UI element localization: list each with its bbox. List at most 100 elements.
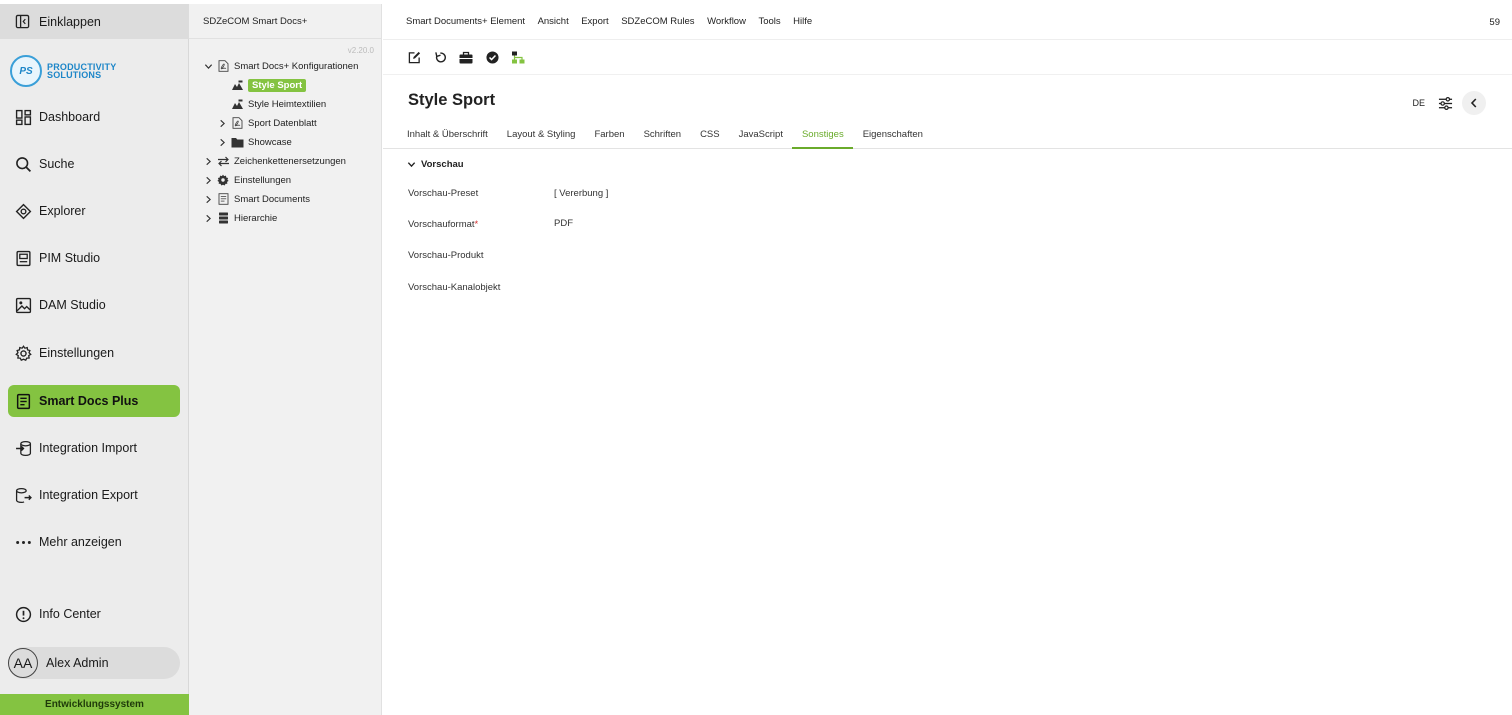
gear-icon [216, 174, 230, 186]
chevron-right-icon[interactable] [202, 176, 214, 185]
nav-einstellungen[interactable]: Einstellungen [8, 337, 180, 369]
stack-icon [216, 212, 230, 224]
nav-explorer[interactable]: Explorer [8, 195, 180, 227]
tab-javascript[interactable]: JavaScript [729, 125, 792, 149]
chevron-down-icon [407, 162, 416, 168]
format-value[interactable]: PDF [554, 218, 573, 229]
product-value[interactable] [554, 248, 854, 264]
tree-node-label: Style Sport [248, 78, 307, 92]
tree-node-hierarchie[interactable]: Hierarchie [202, 209, 277, 227]
pdf-icon [216, 60, 230, 72]
tree-node-zeichenkettenersetzungen[interactable]: Zeichenkettenersetzungen [202, 152, 346, 170]
doc-icon [216, 193, 230, 205]
tree-node-label: Sport Datenblatt [248, 117, 317, 129]
folder-icon [230, 137, 244, 148]
main-content: Smart Documents+ Element Ansicht Export … [383, 4, 1512, 715]
element-count: 59 [1489, 17, 1500, 28]
menu-hilfe[interactable]: Hilfe [793, 16, 812, 27]
channel-object-value[interactable] [554, 280, 854, 296]
collapse-panel-button[interactable] [1462, 91, 1486, 115]
pim-icon [16, 250, 31, 266]
tree-node-label: Style Heimtextilien [248, 98, 327, 110]
tree-node-showcase[interactable]: Showcase [216, 133, 292, 151]
nav-integration-import[interactable]: Integration Import [8, 432, 180, 464]
tree-node-style-sport[interactable]: Style Sport [230, 76, 307, 94]
nav-explorer-label: Explorer [39, 204, 86, 218]
import-icon [16, 440, 32, 456]
tab-bar: Inhalt & Überschrift Layout & Styling Fa… [383, 125, 1512, 149]
workflow-icon[interactable] [511, 50, 525, 64]
collapse-button[interactable]: Einklappen [0, 4, 189, 39]
field-label-preset: Vorschau-Preset [408, 188, 479, 199]
style-icon [230, 99, 244, 110]
menu-smart-documents-element[interactable]: Smart Documents+ Element [406, 16, 525, 27]
format-label-text: Vorschauformat [408, 219, 475, 230]
nav-dashboard[interactable]: Dashboard [8, 101, 180, 133]
user-menu[interactable]: AA Alex Admin [8, 647, 180, 679]
tab-layout-styling[interactable]: Layout & Styling [497, 125, 585, 149]
nav-info-center[interactable]: Info Center [8, 598, 180, 630]
nav-integration-import-label: Integration Import [39, 441, 137, 455]
field-label-kanalobjekt: Vorschau-Kanalobjekt [408, 282, 501, 293]
menu-tools[interactable]: Tools [758, 16, 780, 27]
style-icon [230, 80, 244, 91]
tree-node-label: Smart Documents [234, 193, 311, 205]
explorer-icon [15, 203, 32, 219]
reload-icon[interactable] [433, 50, 447, 64]
header-actions: DE [1412, 91, 1486, 115]
chevron-right-icon[interactable] [216, 119, 228, 128]
nav-pim-studio[interactable]: PIM Studio [8, 242, 180, 274]
tab-eigenschaften[interactable]: Eigenschaften [853, 125, 932, 149]
language-selector[interactable]: DE [1412, 98, 1425, 108]
tree-node-sport-datenblatt[interactable]: Sport Datenblatt [216, 114, 317, 132]
company-logo: PS PRODUCTIVITY SOLUTIONS [10, 55, 116, 87]
menu-workflow[interactable]: Workflow [707, 16, 746, 27]
edit-icon[interactable] [407, 50, 421, 64]
check-circle-icon[interactable] [485, 50, 499, 64]
menu-export[interactable]: Export [581, 16, 608, 27]
dashboard-icon [15, 109, 32, 125]
avatar: AA [8, 648, 38, 678]
nav-suche[interactable]: Suche [8, 148, 180, 180]
toolbox-icon[interactable] [459, 50, 473, 64]
tab-farben[interactable]: Farben [585, 125, 634, 149]
chevron-right-icon[interactable] [202, 195, 214, 204]
tree-panel-title: SDZeCOM Smart Docs+ [189, 4, 381, 39]
nav-smart-docs-plus[interactable]: Smart Docs Plus [8, 385, 180, 417]
nav-einstellungen-label: Einstellungen [39, 346, 115, 360]
menu-sdzecom-rules[interactable]: SDZeCOM Rules [621, 16, 694, 27]
tab-inhalt-ueberschrift[interactable]: Inhalt & Überschrift [407, 125, 497, 149]
tab-sonstiges[interactable]: Sonstiges [792, 125, 854, 149]
chevron-down-icon[interactable] [202, 62, 214, 71]
section-vorschau-toggle[interactable]: Vorschau [407, 159, 464, 170]
field-label-format: Vorschauformat* [408, 219, 478, 230]
nav-mehr-anzeigen[interactable]: Mehr anzeigen [8, 526, 180, 558]
tree-node-smart-documents[interactable]: Smart Documents [202, 190, 310, 208]
nav-suche-label: Suche [39, 157, 75, 171]
tab-css[interactable]: CSS [691, 125, 730, 149]
filter-settings-icon[interactable] [1438, 96, 1453, 111]
chevron-right-icon[interactable] [202, 157, 214, 166]
nav-dam-studio[interactable]: DAM Studio [8, 289, 180, 321]
info-icon [15, 606, 32, 622]
export-icon [15, 487, 32, 503]
version-label: v2.20.0 [347, 46, 374, 55]
page-title: Style Sport [408, 91, 496, 109]
nav-dam-studio-label: DAM Studio [39, 298, 106, 312]
chevron-right-icon[interactable] [216, 138, 228, 147]
search-icon [16, 156, 32, 172]
tree-node-label: Einstellungen [234, 174, 292, 186]
nav-integration-export[interactable]: Integration Export [8, 479, 180, 511]
nav-smart-docs-plus-label: Smart Docs Plus [39, 394, 139, 408]
tree-node-konfigurationen[interactable]: Smart Docs+ Konfigurationen [202, 57, 358, 75]
preset-value[interactable]: [ Vererbung ] [554, 188, 608, 199]
tree-node-einstellungen[interactable]: Einstellungen [202, 171, 291, 189]
tree-node-label: Smart Docs+ Konfigurationen [234, 60, 359, 72]
field-label-produkt: Vorschau-Produkt [408, 250, 484, 261]
collapse-label: Einklappen [39, 14, 101, 29]
chevron-right-icon[interactable] [202, 214, 214, 223]
tree-node-label: Hierarchie [234, 212, 278, 224]
tree-node-style-heimtextilien[interactable]: Style Heimtextilien [230, 95, 326, 113]
menu-ansicht[interactable]: Ansicht [538, 16, 569, 27]
tab-schriften[interactable]: Schriften [634, 125, 691, 149]
